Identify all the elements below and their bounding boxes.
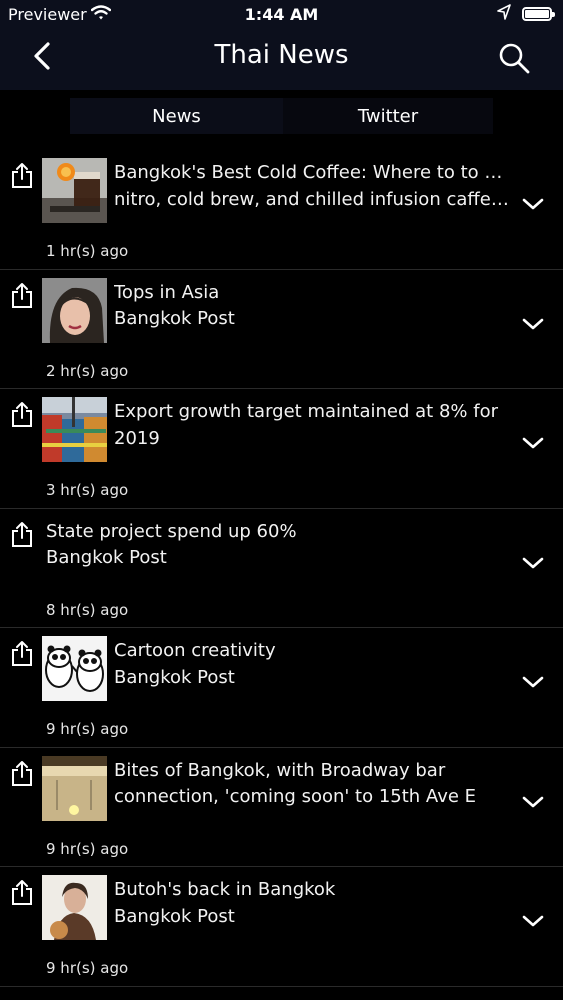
search-icon bbox=[499, 43, 530, 74]
tab-news[interactable]: News bbox=[70, 98, 283, 134]
article-headline-line: Bangkok's Best Cold Coffee: Where to to … bbox=[114, 162, 509, 183]
battery-icon bbox=[522, 7, 555, 21]
news-item[interactable]: Bangkok's Best Cold Coffee: Where to to … bbox=[0, 150, 563, 270]
clock: 1:44 AM bbox=[244, 5, 319, 24]
timestamp: 3 hr(s) ago bbox=[46, 481, 129, 499]
navigation-bar: Previewer 1:44 AM Thai News bbox=[0, 0, 563, 90]
share-icon bbox=[12, 521, 32, 547]
timestamp: 2 hr(s) ago bbox=[46, 361, 129, 380]
article-headline-line: nitro, cold brew, and chilled infusion c… bbox=[114, 188, 509, 210]
share-icon bbox=[12, 163, 32, 188]
share-button[interactable] bbox=[10, 521, 34, 549]
expand-button[interactable] bbox=[522, 196, 544, 210]
chevron-down-icon bbox=[522, 676, 544, 688]
timestamp: 9 hr(s) ago bbox=[46, 839, 129, 858]
expand-button[interactable] bbox=[522, 316, 544, 330]
article-thumbnail bbox=[42, 755, 107, 821]
article-headline-line: connection, 'coming soon' to 15th Ave E bbox=[114, 786, 477, 807]
article-thumbnail bbox=[42, 277, 107, 343]
share-button[interactable] bbox=[10, 879, 34, 907]
chevron-down-icon bbox=[522, 198, 544, 210]
article-headline-line: State project spend up 60% bbox=[46, 520, 297, 542]
share-icon bbox=[12, 880, 32, 905]
segmented-tabs: News Twitter bbox=[70, 98, 493, 134]
article-headline-line: Butoh's back in Bangkok bbox=[114, 879, 336, 900]
search-button[interactable] bbox=[496, 40, 532, 76]
news-item[interactable]: Tops in Asia Bangkok Post 2 hr(s) ago bbox=[0, 270, 563, 389]
article-source: Bangkok Post bbox=[114, 666, 235, 688]
chevron-down-icon bbox=[522, 796, 544, 807]
chevron-down-icon bbox=[522, 557, 544, 568]
article-headline-line: 2019 bbox=[114, 427, 160, 449]
status-bar: Previewer 1:44 AM bbox=[0, 0, 563, 30]
timestamp: 8 hr(s) ago bbox=[46, 600, 129, 619]
news-list: Bangkok's Best Cold Coffee: Where to to … bbox=[0, 150, 563, 987]
article-thumbnail bbox=[42, 397, 107, 462]
article-headline-line: Tops in Asia bbox=[114, 281, 220, 303]
article-thumbnail bbox=[42, 875, 107, 940]
share-button[interactable] bbox=[10, 640, 34, 668]
article-source: Bangkok Post bbox=[114, 905, 235, 927]
expand-button[interactable] bbox=[522, 435, 544, 449]
share-icon bbox=[12, 641, 32, 666]
expand-button[interactable] bbox=[522, 674, 544, 688]
chevron-down-icon bbox=[522, 318, 544, 329]
article-headline-line: Bites of Bangkok, with Broadway bar bbox=[114, 759, 446, 781]
share-icon bbox=[12, 402, 32, 427]
article-headline-line: Export growth target maintained at 8% fo… bbox=[114, 401, 498, 422]
share-button[interactable] bbox=[10, 282, 34, 310]
timestamp: 9 hr(s) ago bbox=[46, 720, 129, 738]
article-source: Bangkok Post bbox=[46, 547, 167, 568]
chevron-down-icon bbox=[522, 915, 544, 927]
article-thumbnail bbox=[42, 636, 107, 701]
article-headline-line: Cartoon creativity bbox=[114, 640, 276, 661]
article-thumbnail bbox=[42, 158, 107, 223]
article-source: Bangkok Post bbox=[114, 308, 235, 329]
location-arrow-icon bbox=[497, 4, 511, 24]
share-button[interactable] bbox=[10, 401, 34, 429]
news-item[interactable]: Cartoon creativity Bangkok Post 9 hr(s) … bbox=[0, 628, 563, 748]
news-item[interactable]: State project spend up 60% Bangkok Post … bbox=[0, 509, 563, 628]
news-item[interactable]: Export growth target maintained at 8% fo… bbox=[0, 389, 563, 509]
tab-twitter[interactable]: Twitter bbox=[283, 98, 493, 134]
page-title: Thai News bbox=[214, 40, 349, 70]
news-item[interactable]: Butoh's back in Bangkok Bangkok Post 9 h… bbox=[0, 867, 563, 987]
expand-button[interactable] bbox=[522, 794, 544, 808]
timestamp: 9 hr(s) ago bbox=[46, 959, 129, 977]
news-item[interactable]: Bites of Bangkok, with Broadway bar conn… bbox=[0, 748, 563, 867]
share-icon bbox=[12, 760, 32, 786]
expand-button[interactable] bbox=[522, 913, 544, 927]
chevron-down-icon bbox=[522, 437, 544, 449]
share-button[interactable] bbox=[10, 162, 34, 190]
share-button[interactable] bbox=[10, 760, 34, 788]
expand-button[interactable] bbox=[522, 555, 544, 569]
timestamp: 1 hr(s) ago bbox=[46, 242, 129, 260]
share-icon bbox=[12, 282, 32, 308]
